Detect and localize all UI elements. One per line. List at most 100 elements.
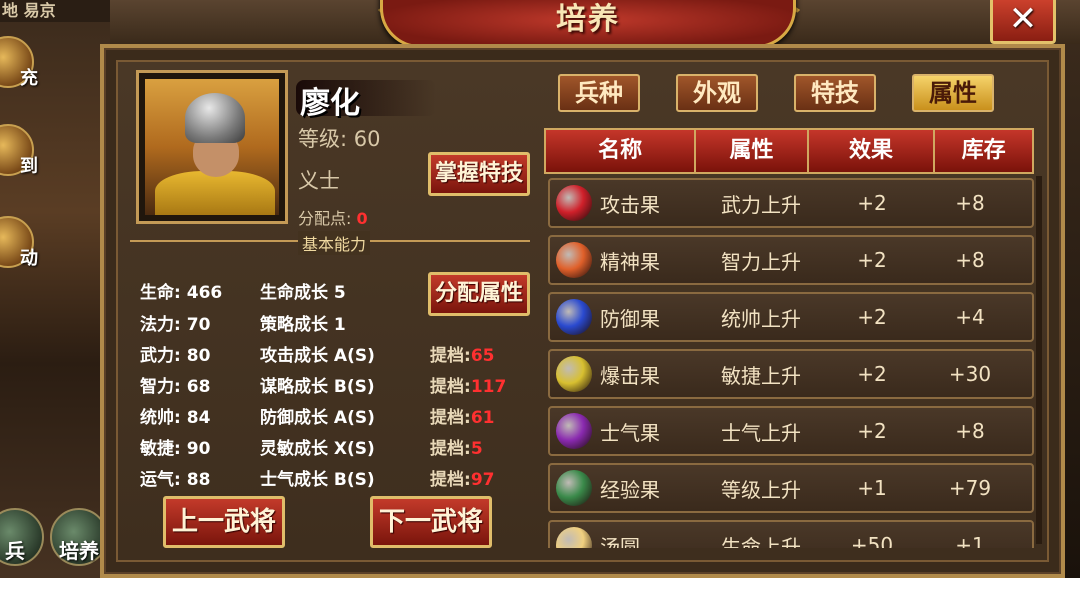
yellow-fruit-icon <box>556 356 592 392</box>
item-row[interactable]: 经验果 等级上升 +1 +79 <box>548 463 1034 513</box>
item-name: 精神果 <box>600 249 660 274</box>
promote-row: 提档:65 <box>430 341 494 366</box>
tab-appearance[interactable]: 外观 <box>676 74 758 112</box>
item-effect: +2 <box>857 305 887 329</box>
stat-value: 90 <box>186 439 211 459</box>
stat-value: 84 <box>186 408 211 428</box>
tab-skills[interactable]: 特技 <box>794 74 876 112</box>
bottom-margin <box>0 578 1080 606</box>
promote-value: 117 <box>470 377 507 397</box>
stat-label: 运气: <box>140 470 181 490</box>
table-scrollbar[interactable] <box>1036 176 1042 544</box>
growth-row: 谋略成长 B(S) <box>260 372 375 397</box>
item-stock: +30 <box>948 362 992 386</box>
stat-value: 80 <box>186 346 211 366</box>
close-icon: ✕ <box>1008 0 1038 39</box>
item-effect: +2 <box>857 191 887 215</box>
header-effect: 效果 <box>809 130 936 172</box>
general-name: 廖化 <box>300 86 360 121</box>
promote-label: 提档: <box>430 346 471 366</box>
item-row[interactable]: 汤圆 生命上升 +50 +1 <box>548 520 1034 548</box>
growth-value: B(S) <box>333 470 375 490</box>
stat-label: 统帅: <box>140 408 181 428</box>
item-name: 经验果 <box>600 477 660 502</box>
stat-value: 68 <box>186 377 211 397</box>
item-effect: +2 <box>857 419 887 443</box>
location-label: 地 易京 <box>0 0 112 22</box>
allocation-points: 分配点: 0 <box>298 205 368 229</box>
item-row[interactable]: 攻击果 武力上升 +2 +8 <box>548 178 1034 228</box>
stat-value: 466 <box>186 283 223 303</box>
item-attribute: 等级上升 <box>721 477 801 502</box>
item-row[interactable]: 爆击果 敏捷上升 +2 +30 <box>548 349 1034 399</box>
item-row[interactable]: 防御果 统帅上升 +2 +4 <box>548 292 1034 342</box>
header-stock: 库存 <box>961 138 1006 163</box>
general-portrait <box>136 70 288 224</box>
side-button-recharge[interactable]: 充 <box>0 36 38 89</box>
side-button-event[interactable]: 动 <box>0 216 38 269</box>
stat-label: 武力: <box>140 346 181 366</box>
item-stock: +1 <box>955 533 985 548</box>
growth-row: 防御成长 A(S) <box>260 403 375 428</box>
promote-row: 提档:117 <box>430 372 506 397</box>
item-stock: +8 <box>955 248 985 272</box>
item-name: 士气果 <box>600 420 660 445</box>
growth-label: 策略成长 <box>260 315 328 335</box>
master-skill-button[interactable]: 掌握特技 <box>428 152 530 196</box>
growth-label: 谋略成长 <box>260 377 328 397</box>
item-attribute: 武力上升 <box>721 192 801 217</box>
growth-label: 生命成长 <box>260 283 328 303</box>
item-row[interactable]: 士气果 士气上升 +2 +8 <box>548 406 1034 456</box>
stat-label: 法力: <box>140 315 181 335</box>
item-attribute: 敏捷上升 <box>721 363 801 388</box>
blue-fruit-icon <box>556 299 592 335</box>
section-label: 基本能力 <box>298 231 371 255</box>
item-name: 防御果 <box>600 306 660 331</box>
item-stock: +8 <box>955 419 985 443</box>
promote-value: 61 <box>470 408 495 428</box>
item-table: 名称 属性 效果 库存 攻击果 武力上升 +2 +8 精神果 智力上升 +2 +8 防御果 统帅上… <box>544 128 1036 548</box>
promote-label: 提档: <box>430 439 471 459</box>
next-general-button[interactable]: 下一武将 <box>370 496 492 548</box>
stat-label: 智力: <box>140 377 181 397</box>
stat-row: 敏捷: 90 <box>140 434 210 459</box>
growth-value: 5 <box>333 283 346 303</box>
stat-row: 统帅: 84 <box>140 403 210 428</box>
general-level: 等级: 60 <box>298 127 381 151</box>
orange-fruit-icon <box>556 242 592 278</box>
promote-row: 提档:61 <box>430 403 494 428</box>
stat-value: 70 <box>186 315 211 335</box>
general-class: 义士 <box>298 169 340 193</box>
close-button[interactable]: ✕ <box>990 0 1056 44</box>
stat-label: 敏捷: <box>140 439 181 459</box>
growth-row: 士气成长 B(S) <box>260 465 375 490</box>
growth-row: 攻击成长 A(S) <box>260 341 375 366</box>
table-header: 名称 属性 效果 库存 <box>544 128 1034 174</box>
stat-row: 生命: 466 <box>140 278 222 303</box>
tab-troop-type[interactable]: 兵种 <box>558 74 640 112</box>
side-button-checkin[interactable]: 到 <box>0 124 38 177</box>
growth-value: X(S) <box>333 439 375 459</box>
growth-label: 士气成长 <box>260 470 328 490</box>
growth-label: 灵敏成长 <box>260 439 328 459</box>
window-title: 培养 <box>380 0 796 48</box>
item-stock: +8 <box>955 191 985 215</box>
previous-general-button[interactable]: 上一武将 <box>163 496 285 548</box>
stat-row: 武力: 80 <box>140 341 210 366</box>
growth-row: 灵敏成长 X(S) <box>260 434 375 459</box>
item-effect: +2 <box>857 248 887 272</box>
header-attribute: 属性 <box>696 130 809 172</box>
item-stock: +4 <box>955 305 985 329</box>
item-stock: +79 <box>948 476 992 500</box>
allocate-attributes-button[interactable]: 分配属性 <box>428 272 530 316</box>
dumpling-icon <box>556 527 592 548</box>
red-fruit-icon <box>556 185 592 221</box>
allocation-points-label: 分配点: <box>298 209 352 228</box>
stat-label: 生命: <box>140 283 181 303</box>
stat-row: 智力: 68 <box>140 372 210 397</box>
tab-attributes[interactable]: 属性 <box>912 74 994 112</box>
item-row[interactable]: 精神果 智力上升 +2 +8 <box>548 235 1034 285</box>
growth-value: B(S) <box>333 377 375 397</box>
growth-row: 生命成长 5 <box>260 278 346 303</box>
header-name: 名称 <box>546 130 697 172</box>
